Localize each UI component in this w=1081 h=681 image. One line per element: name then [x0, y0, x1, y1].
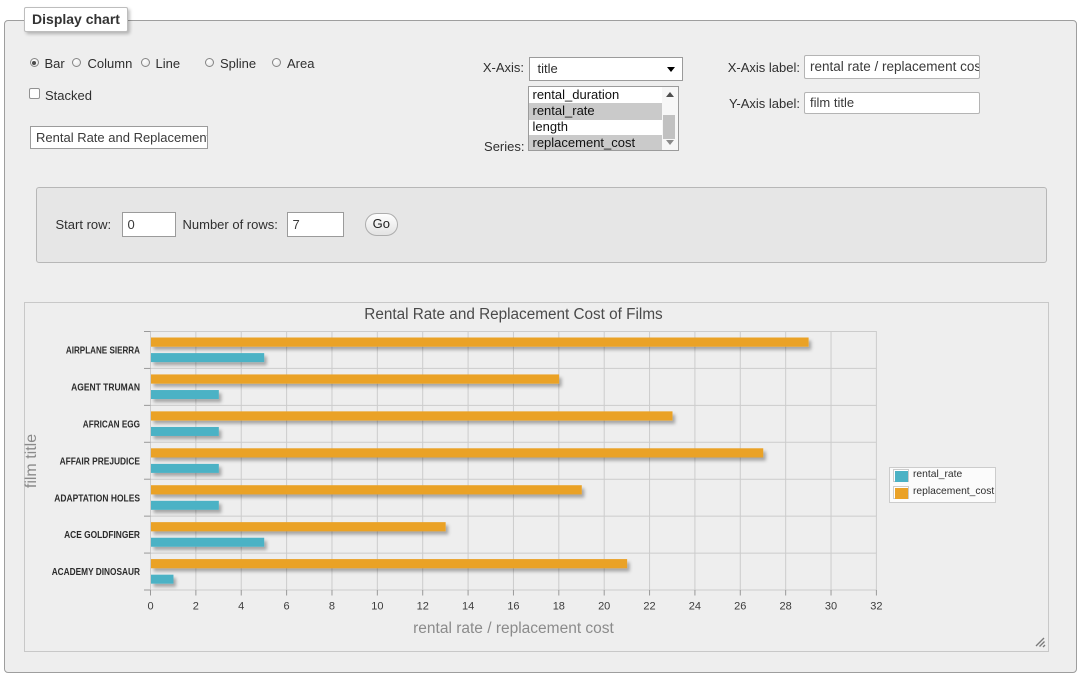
svg-text:AFFAIR PREJUDICE: AFFAIR PREJUDICE [60, 456, 141, 467]
svg-text:12: 12 [417, 600, 429, 612]
svg-text:AGENT TRUMAN: AGENT TRUMAN [71, 382, 140, 393]
svg-text:AIRPLANE SIERRA: AIRPLANE SIERRA [66, 346, 140, 357]
svg-text:ACADEMY DINOSAUR: ACADEMY DINOSAUR [52, 567, 141, 578]
svg-text:28: 28 [780, 600, 792, 612]
svg-text:18: 18 [553, 600, 565, 612]
svg-text:ADAPTATION HOLES: ADAPTATION HOLES [54, 493, 140, 504]
svg-text:20: 20 [598, 600, 610, 612]
svg-text:32: 32 [870, 600, 882, 612]
svg-text:2: 2 [193, 600, 199, 612]
svg-text:10: 10 [371, 600, 383, 612]
svg-text:8: 8 [329, 600, 335, 612]
svg-text:ACE GOLDFINGER: ACE GOLDFINGER [64, 530, 141, 541]
svg-text:24: 24 [689, 600, 701, 612]
svg-text:4: 4 [238, 600, 244, 612]
svg-text:0: 0 [147, 600, 153, 612]
svg-text:16: 16 [507, 600, 519, 612]
svg-text:26: 26 [734, 600, 746, 612]
svg-text:6: 6 [284, 600, 290, 612]
svg-text:30: 30 [825, 600, 837, 612]
svg-text:AFRICAN EGG: AFRICAN EGG [83, 419, 140, 430]
svg-text:22: 22 [643, 600, 655, 612]
svg-text:14: 14 [462, 600, 474, 612]
